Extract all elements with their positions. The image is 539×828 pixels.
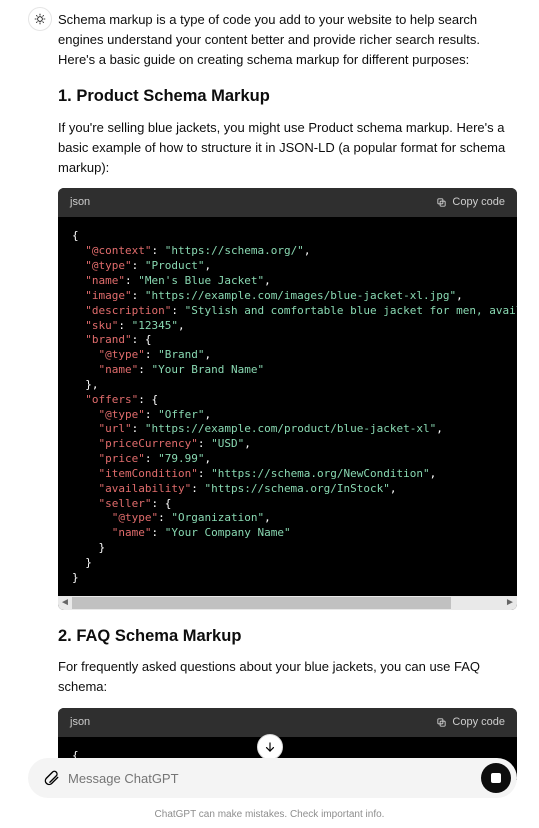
message-input[interactable] <box>60 771 481 786</box>
code1-h-scrollbar[interactable]: ◄ ► <box>58 596 517 610</box>
scroll-right-icon[interactable]: ► <box>503 595 517 610</box>
scroll-left-icon[interactable]: ◄ <box>58 595 72 610</box>
code1-lang: json <box>70 194 90 211</box>
send-button[interactable] <box>481 763 511 793</box>
copy-code-button-1[interactable]: Copy code <box>436 194 505 211</box>
code1-pre[interactable]: { "@context": "https://schema.org/", "@t… <box>58 217 517 595</box>
section2-heading: 2. FAQ Schema Markup <box>58 624 517 650</box>
attachment-icon[interactable] <box>42 768 60 789</box>
intro-text: Schema markup is a type of code you add … <box>58 10 517 70</box>
scroll-to-bottom-button[interactable] <box>257 734 283 760</box>
composer <box>28 758 517 798</box>
code-block-1: json Copy code { "@context": "https://sc… <box>58 188 517 609</box>
footer-note: ChatGPT can make mistakes. Check importa… <box>0 809 539 820</box>
copy-code-button-2[interactable]: Copy code <box>436 714 505 731</box>
section1-heading: 1. Product Schema Markup <box>58 84 517 110</box>
assistant-avatar <box>28 7 52 31</box>
code2-lang: json <box>70 714 90 731</box>
section2-desc: For frequently asked questions about you… <box>58 657 517 697</box>
section1-desc: If you're selling blue jackets, you migh… <box>58 118 517 178</box>
